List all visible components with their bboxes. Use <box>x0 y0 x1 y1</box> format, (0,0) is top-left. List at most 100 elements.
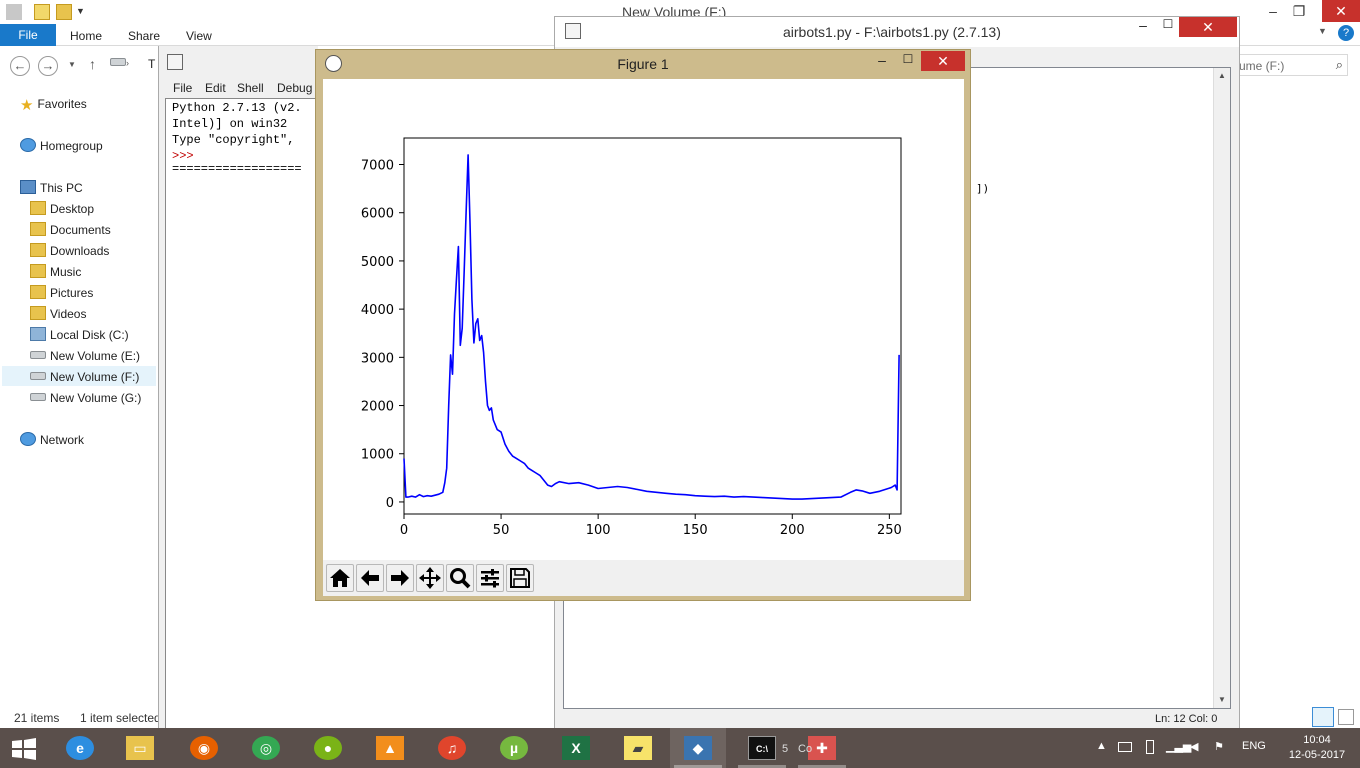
ribbon-tab-home[interactable]: Home <box>70 24 102 46</box>
taskbar-app-file-explorer[interactable]: ▭ <box>112 728 168 768</box>
nav-label: New Volume (E:) <box>50 349 141 363</box>
search-icon[interactable]: ⌕ <box>1336 57 1343 73</box>
nav-item-favorites[interactable]: ★ Favorites <box>20 94 87 114</box>
taskbar-app-utorrent[interactable]: µ <box>486 728 542 768</box>
editor-minimize-button[interactable]: – <box>1131 17 1155 33</box>
quick-access-dropdown-icon[interactable]: ▼ <box>76 6 92 22</box>
nav-label: Favorites <box>37 97 87 111</box>
search-placeholder: ume (F:) <box>1239 59 1285 73</box>
editor-title: airbots1.py - F:\airbots1.py (2.7.13) <box>783 24 1001 40</box>
taskbar-app-sticky-notes[interactable]: ▰ <box>610 728 666 768</box>
input-language[interactable]: ENG <box>1242 740 1266 752</box>
nav-label: New Volume (G:) <box>50 391 142 405</box>
taskbar-app-music-app[interactable]: ♫ <box>424 728 480 768</box>
explorer-close-button[interactable]: ✕ <box>1322 0 1360 22</box>
nav-item-desktop[interactable]: Desktop <box>30 199 94 219</box>
back-icon[interactable]: ← <box>10 56 30 76</box>
x-tick-label: 150 <box>683 523 708 538</box>
large-icons-view-icon[interactable] <box>1338 709 1354 725</box>
taskbar: e ▭ ◉ ◎ ● ▲ ♫ µ X ▰ ◆ C:\ ✚ 5 Co ▲ ▁▃▅ ◀ ⚑ ENG 10:04… <box>0 728 1360 768</box>
nav-item-volume-g[interactable]: New Volume (G:) <box>30 388 141 408</box>
nav-item-videos[interactable]: Videos <box>30 304 86 324</box>
network-signal-icon[interactable]: ▁▃▅ <box>1166 740 1191 753</box>
scroll-up-icon[interactable]: ▲ <box>1214 68 1230 84</box>
figure-canvas[interactable]: 0 50 100 150 200 250 0 1000 2000 3000 4000 5000 600… <box>323 79 964 560</box>
ribbon-expand-icon[interactable]: ▼ <box>1318 26 1327 36</box>
forward-arrow-icon[interactable] <box>386 564 414 592</box>
nav-label: Homegroup <box>40 139 103 153</box>
menu-shell[interactable]: Shell <box>237 81 264 95</box>
nav-item-documents[interactable]: Documents <box>30 220 111 240</box>
zoom-icon[interactable] <box>446 564 474 592</box>
quick-access-new-folder-icon[interactable] <box>56 4 72 20</box>
nav-item-music[interactable]: Music <box>30 262 81 282</box>
menu-debug[interactable]: Debug <box>277 81 312 95</box>
taskbar-app-vlc[interactable]: ▲ <box>362 728 418 768</box>
figure-close-button[interactable]: ✕ <box>921 51 965 71</box>
figure-maximize-button[interactable]: ☐ <box>898 52 918 66</box>
nav-item-this-pc[interactable]: This PC <box>20 178 83 198</box>
nav-item-downloads[interactable]: Downloads <box>30 241 109 261</box>
nav-item-homegroup[interactable]: Homegroup <box>20 136 103 156</box>
explorer-restore-button[interactable]: ❐ <box>1284 0 1314 22</box>
breadcrumb-chevron-icon[interactable]: › <box>126 58 129 68</box>
menu-file[interactable]: File <box>173 81 192 95</box>
nav-item-local-disk-c[interactable]: Local Disk (C:) <box>30 325 129 345</box>
taskbar-app-internet-explorer[interactable]: e <box>52 728 108 768</box>
menu-edit[interactable]: Edit <box>205 81 226 95</box>
forward-icon[interactable]: → <box>38 56 58 76</box>
taskbar-app-python-idle[interactable]: ◆ <box>670 728 726 768</box>
configure-subplots-icon[interactable] <box>476 564 504 592</box>
pan-icon[interactable] <box>416 564 444 592</box>
ribbon-tab-share[interactable]: Share <box>128 24 160 46</box>
music-app-icon: ♫ <box>438 736 466 760</box>
up-icon[interactable]: ↑ <box>89 56 96 72</box>
ribbon-tab-file[interactable]: File <box>0 24 56 46</box>
taskbar-app-chrome[interactable]: ◎ <box>238 728 294 768</box>
editor-scrollbar[interactable]: ▲ ▼ <box>1213 68 1230 708</box>
x-tick-label: 250 <box>877 523 902 538</box>
nav-label: Documents <box>50 223 111 237</box>
shell-line: ================== <box>172 162 302 176</box>
save-icon[interactable] <box>506 564 534 592</box>
action-center-icon[interactable]: ⚑ <box>1214 740 1224 753</box>
clock[interactable]: 10:04 12-05-2017 <box>1286 733 1348 763</box>
taskbar-app-media-app[interactable]: ● <box>300 728 356 768</box>
scroll-down-icon[interactable]: ▼ <box>1214 692 1230 708</box>
folder-icon <box>30 201 46 215</box>
nav-item-network[interactable]: Network <box>20 430 84 450</box>
back-arrow-icon[interactable] <box>356 564 384 592</box>
quick-access-properties-icon[interactable] <box>34 4 50 20</box>
command-prompt-icon: C:\ <box>748 736 776 760</box>
start-button[interactable] <box>10 738 38 760</box>
file-explorer-icon: ▭ <box>126 736 154 760</box>
details-view-icon[interactable] <box>1312 707 1334 727</box>
sticky-notes-icon: ▰ <box>624 736 652 760</box>
nav-item-volume-f[interactable]: New Volume (F:) <box>30 367 139 387</box>
cmd-label: Co <box>798 743 813 755</box>
ribbon-tab-view[interactable]: View <box>186 24 212 46</box>
shell-output[interactable]: Python 2.7.13 (v2. Intel)] on win32 Type… <box>165 98 319 728</box>
editor-close-button[interactable]: ✕ <box>1179 17 1237 37</box>
volume-icon[interactable]: ◀ <box>1190 740 1198 753</box>
show-hidden-icons-icon[interactable]: ▲ <box>1096 740 1107 752</box>
battery-icon[interactable] <box>1146 740 1154 754</box>
help-icon[interactable]: ? <box>1338 25 1354 41</box>
nav-item-pictures[interactable]: Pictures <box>30 283 93 303</box>
recent-locations-icon[interactable]: ▼ <box>68 60 76 69</box>
keyboard-icon[interactable] <box>1118 742 1132 752</box>
search-input[interactable]: ume (F:) ⌕ <box>1236 54 1348 76</box>
nav-item-volume-e[interactable]: New Volume (E:) <box>30 346 140 366</box>
address-bar-text[interactable]: T <box>148 57 155 71</box>
taskbar-app-excel[interactable]: X <box>548 728 604 768</box>
drive-icon <box>30 393 46 401</box>
editor-maximize-button[interactable]: ☐ <box>1159 17 1177 31</box>
homegroup-icon <box>20 138 36 152</box>
series-line <box>403 154 900 500</box>
home-icon[interactable] <box>326 564 354 592</box>
taskbar-app-firefox[interactable]: ◉ <box>176 728 232 768</box>
figure-minimize-button[interactable]: – <box>872 52 892 68</box>
nav-label: Pictures <box>50 286 94 300</box>
x-tick-label: 200 <box>780 523 805 538</box>
star-icon: ★ <box>20 97 34 114</box>
